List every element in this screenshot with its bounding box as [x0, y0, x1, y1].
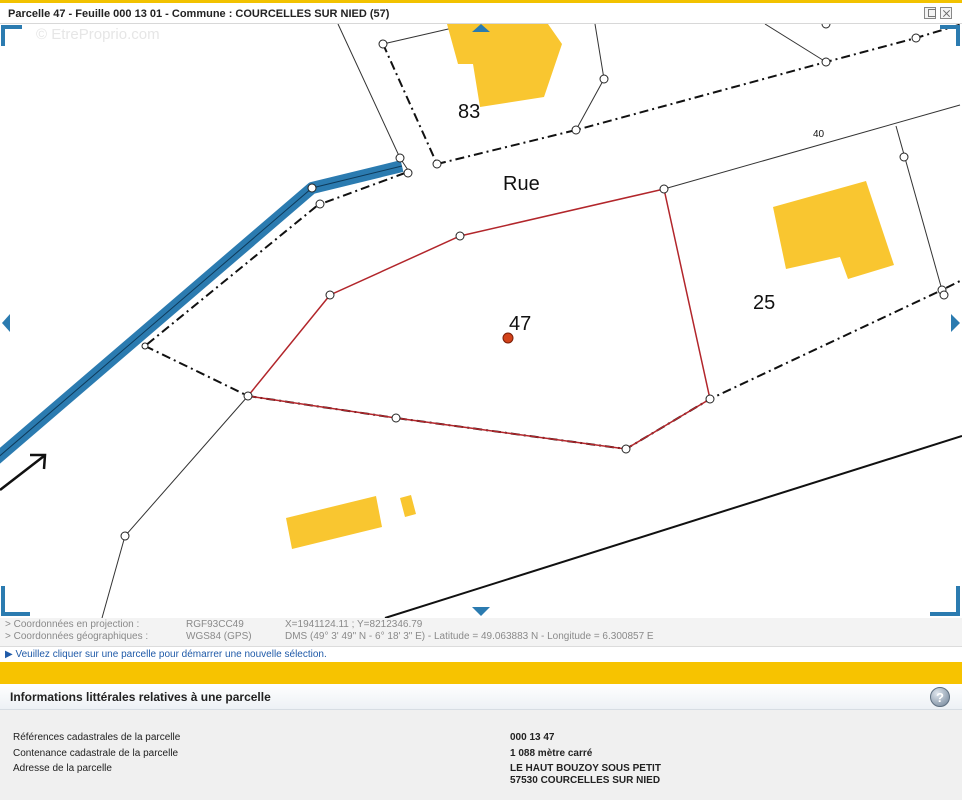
address-line-1: LE HAUT BOUZOY SOUS PETIT	[510, 763, 661, 774]
parcel-label-25: 25	[753, 292, 776, 314]
corner-top-left-icon	[1, 25, 22, 46]
geographic-value: DMS (49° 3' 49" N - 6° 18' 3" E) - Latit…	[285, 631, 654, 642]
separator-band	[0, 662, 962, 684]
view-corners	[1, 25, 960, 616]
selection-hint-link[interactable]: ▶ Veuillez cliquer sur une parcelle pour…	[0, 646, 962, 662]
railway-line	[384, 435, 962, 618]
geographic-label: > Coordonnées géographiques :	[5, 631, 149, 642]
buildings	[286, 24, 894, 549]
restore-icon[interactable]	[924, 7, 936, 19]
info-panel-body: Références cadastrales de la parcelle 00…	[0, 710, 962, 800]
selected-parcel-outline[interactable]	[246, 188, 711, 450]
projection-system: RGF93CC49	[186, 619, 244, 630]
address-line-2: 57530 COURCELLES SUR NIED	[510, 775, 661, 786]
parcel-label-83: 83	[458, 101, 481, 123]
projection-label: > Coordonnées en projection :	[5, 619, 140, 630]
street-label-rue: Rue	[503, 173, 540, 195]
corner-bottom-left-icon	[1, 586, 30, 616]
help-icon[interactable]: ?	[930, 687, 950, 707]
info-label-address: Adresse de la parcelle	[13, 763, 112, 774]
watermark: © EtreProprio.com	[36, 26, 160, 43]
window-title: Parcelle 47 - Feuille 000 13 01 - Commun…	[8, 8, 390, 20]
projection-value: X=1941124.11 ; Y=8212346.79	[285, 619, 423, 630]
cadastral-map[interactable]: © EtreProprio.com 83 Rue 40 47 25	[0, 24, 962, 618]
pan-left-icon[interactable]	[2, 314, 10, 332]
info-value-reference: 000 13 47	[510, 732, 555, 743]
info-value-address: LE HAUT BOUZOY SOUS PETIT 57530 COURCELL…	[510, 763, 661, 787]
boundary-vertices	[120, 24, 949, 541]
pan-right-icon[interactable]	[951, 314, 960, 332]
info-label-reference: Références cadastrales de la parcelle	[13, 732, 181, 743]
info-panel-header: Informations littérales relatives à une …	[0, 684, 962, 710]
street-number-40: 40	[813, 129, 825, 140]
coordinates-bar: > Coordonnées en projection : RGF93CC49 …	[0, 618, 962, 646]
north-arrow-icon	[0, 453, 47, 491]
window-controls	[924, 7, 952, 19]
map-canvas[interactable]	[0, 24, 962, 618]
geographic-system: WGS84 (GPS)	[186, 631, 252, 642]
info-panel-title: Informations littérales relatives à une …	[10, 690, 271, 704]
road-centerline	[0, 165, 403, 457]
corner-bottom-right-icon	[930, 586, 960, 616]
title-bar: Parcelle 47 - Feuille 000 13 01 - Commun…	[0, 0, 962, 24]
close-icon[interactable]	[940, 7, 952, 19]
corner-top-right-icon	[940, 25, 960, 46]
pan-down-icon[interactable]	[472, 607, 490, 616]
parcel-label-47: 47	[509, 313, 532, 335]
info-label-area: Contenance cadastrale de la parcelle	[13, 748, 179, 759]
info-value-area: 1 088 mètre carré	[510, 748, 593, 759]
road-highlight	[0, 160, 404, 464]
